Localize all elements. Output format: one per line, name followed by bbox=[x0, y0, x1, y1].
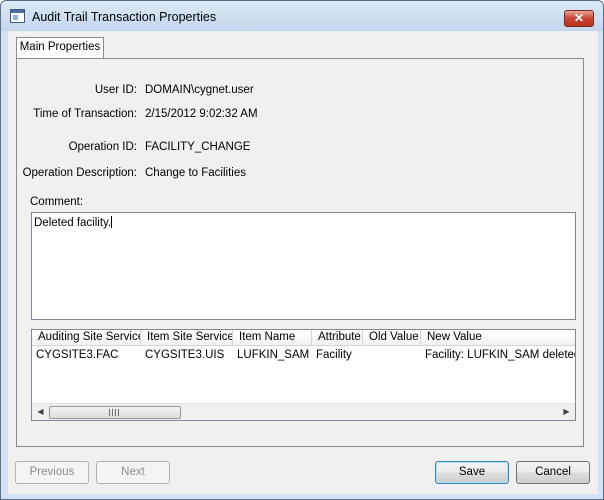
dialog-window: Audit Trail Transaction Properties ✕ Mai… bbox=[0, 0, 604, 500]
comment-text: Deleted facility. bbox=[34, 217, 112, 229]
table-row[interactable]: CYGSITE3.FAC CYGSITE3.UIS LUFKIN_SAM Fac… bbox=[32, 347, 575, 365]
scrollbar-thumb[interactable] bbox=[49, 406, 181, 419]
cancel-button[interactable]: Cancel bbox=[516, 461, 590, 484]
main-properties-panel: User ID: DOMAIN\cygnet.user Time of Tran… bbox=[16, 58, 584, 447]
comment-textarea[interactable]: Deleted facility. bbox=[31, 212, 576, 320]
horizontal-scrollbar[interactable]: ◀ ▶ bbox=[32, 403, 575, 420]
column-header-attribute[interactable]: Attribute bbox=[312, 330, 363, 346]
column-header-old-value[interactable]: Old Value bbox=[363, 330, 421, 346]
time-of-transaction-label: Time of Transaction: bbox=[33, 108, 137, 120]
column-header-item-site-service[interactable]: Item Site Service bbox=[141, 330, 233, 346]
cell-attribute: Facility bbox=[316, 349, 352, 361]
column-header-auditing-site-service[interactable]: Auditing Site Service bbox=[32, 330, 141, 346]
user-id-label: User ID: bbox=[94, 84, 137, 96]
cell-new-value: Facility: LUFKIN_SAM deleted bbox=[425, 349, 575, 361]
user-id-value: DOMAIN\cygnet.user bbox=[145, 84, 254, 96]
operation-description-value: Change to Facilities bbox=[145, 167, 246, 179]
operation-id-label: Operation ID: bbox=[68, 141, 137, 153]
cell-item-name: LUFKIN_SAM bbox=[237, 349, 310, 361]
window-icon bbox=[10, 9, 25, 23]
operation-description-label: Operation Description: bbox=[22, 167, 137, 179]
audit-details-grid[interactable]: Auditing Site Service Item Site Service … bbox=[31, 329, 576, 421]
time-of-transaction-value: 2/15/2012 9:02:32 AM bbox=[145, 108, 258, 120]
tab-main-properties[interactable]: Main Properties bbox=[16, 37, 104, 59]
cell-item-site-service: CYGSITE3.UIS bbox=[145, 349, 225, 361]
title-bar[interactable]: Audit Trail Transaction Properties ✕ bbox=[1, 1, 603, 31]
text-caret bbox=[111, 216, 113, 228]
save-button[interactable]: Save bbox=[435, 461, 509, 484]
scroll-left-icon[interactable]: ◀ bbox=[32, 404, 49, 420]
scroll-right-icon[interactable]: ▶ bbox=[558, 404, 575, 420]
window-title: Audit Trail Transaction Properties bbox=[32, 10, 217, 24]
dialog-client-area: Main Properties User ID: DOMAIN\cygnet.u… bbox=[8, 31, 598, 494]
cell-auditing-site-service: CYGSITE3.FAC bbox=[36, 349, 119, 361]
operation-id-value: FACILITY_CHANGE bbox=[145, 141, 251, 153]
column-header-new-value[interactable]: New Value bbox=[421, 330, 575, 346]
grip-icon bbox=[109, 409, 121, 416]
close-button[interactable]: ✕ bbox=[564, 10, 594, 27]
next-button[interactable]: Next bbox=[96, 461, 170, 484]
previous-button[interactable]: Previous bbox=[15, 461, 89, 484]
comment-label: Comment: bbox=[30, 196, 84, 208]
column-header-item-name[interactable]: Item Name bbox=[233, 330, 312, 346]
grid-header: Auditing Site Service Item Site Service … bbox=[32, 330, 575, 346]
